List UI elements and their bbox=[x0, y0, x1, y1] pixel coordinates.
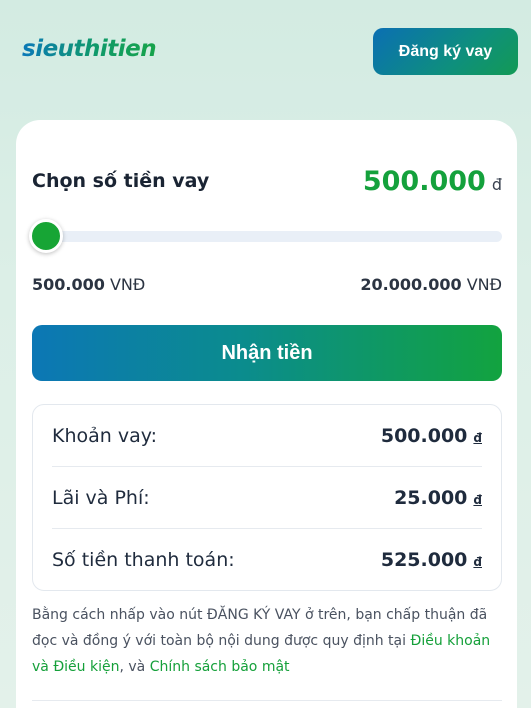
summary-row-fees: Lãi và Phí: 25.000 đ bbox=[52, 467, 482, 529]
slider-max-value: 20.000.000 bbox=[360, 275, 462, 294]
divider bbox=[32, 700, 502, 701]
summary-label: Số tiền thanh toán: bbox=[52, 549, 235, 571]
slider-min-label: 500.000 VNĐ bbox=[32, 275, 145, 294]
loan-amount-label: Chọn số tiền vay bbox=[32, 170, 210, 192]
header: sieuthitien Đăng ký vay bbox=[0, 0, 531, 100]
loan-card: Chọn số tiền vay 500.000 đ 500.000 VNĐ 2… bbox=[16, 120, 517, 708]
currency-symbol: đ bbox=[473, 430, 482, 445]
summary-row-loan: Khoản vay: 500.000 đ bbox=[52, 405, 482, 467]
summary-amount: 500.000 bbox=[380, 424, 468, 447]
summary-label: Lãi và Phí: bbox=[52, 486, 150, 509]
get-money-button[interactable]: Nhận tiền bbox=[32, 325, 502, 381]
loan-summary: Khoản vay: 500.000 đ Lãi và Phí: 25.000 … bbox=[32, 404, 502, 591]
terms-text-middle: , và bbox=[119, 659, 150, 675]
loan-amount-unit: đ bbox=[491, 175, 502, 194]
slider-max-label: 20.000.000 VNĐ bbox=[360, 275, 502, 294]
summary-row-total: Số tiền thanh toán: 525.000 đ bbox=[52, 529, 482, 591]
logo[interactable]: sieuthitien bbox=[22, 36, 157, 62]
slider-min-value: 500.000 bbox=[32, 275, 105, 294]
slider-thumb[interactable] bbox=[29, 219, 63, 253]
slider-min-unit: VNĐ bbox=[109, 275, 146, 294]
privacy-policy-link[interactable]: Chính sách bảo mật bbox=[150, 659, 290, 675]
summary-amount: 525.000 bbox=[380, 549, 468, 571]
terms-notice: Bằng cách nhấp vào nút ĐĂNG KÝ VAY ở trê… bbox=[32, 602, 502, 680]
summary-value: 525.000 đ bbox=[381, 549, 482, 571]
currency-symbol: đ bbox=[473, 492, 482, 507]
summary-label: Khoản vay: bbox=[52, 424, 158, 447]
currency-symbol: đ bbox=[473, 555, 482, 569]
loan-amount-slider[interactable] bbox=[29, 219, 502, 253]
summary-value: 500.000 đ bbox=[381, 425, 482, 447]
loan-amount-display: 500.000 đ bbox=[363, 166, 502, 197]
summary-value: 25.000 đ bbox=[394, 487, 482, 509]
summary-amount: 25.000 bbox=[394, 486, 468, 509]
slider-max-unit: VNĐ bbox=[466, 275, 502, 294]
register-button[interactable]: Đăng ký vay bbox=[373, 28, 518, 75]
loan-amount-value: 500.000 bbox=[362, 166, 486, 197]
